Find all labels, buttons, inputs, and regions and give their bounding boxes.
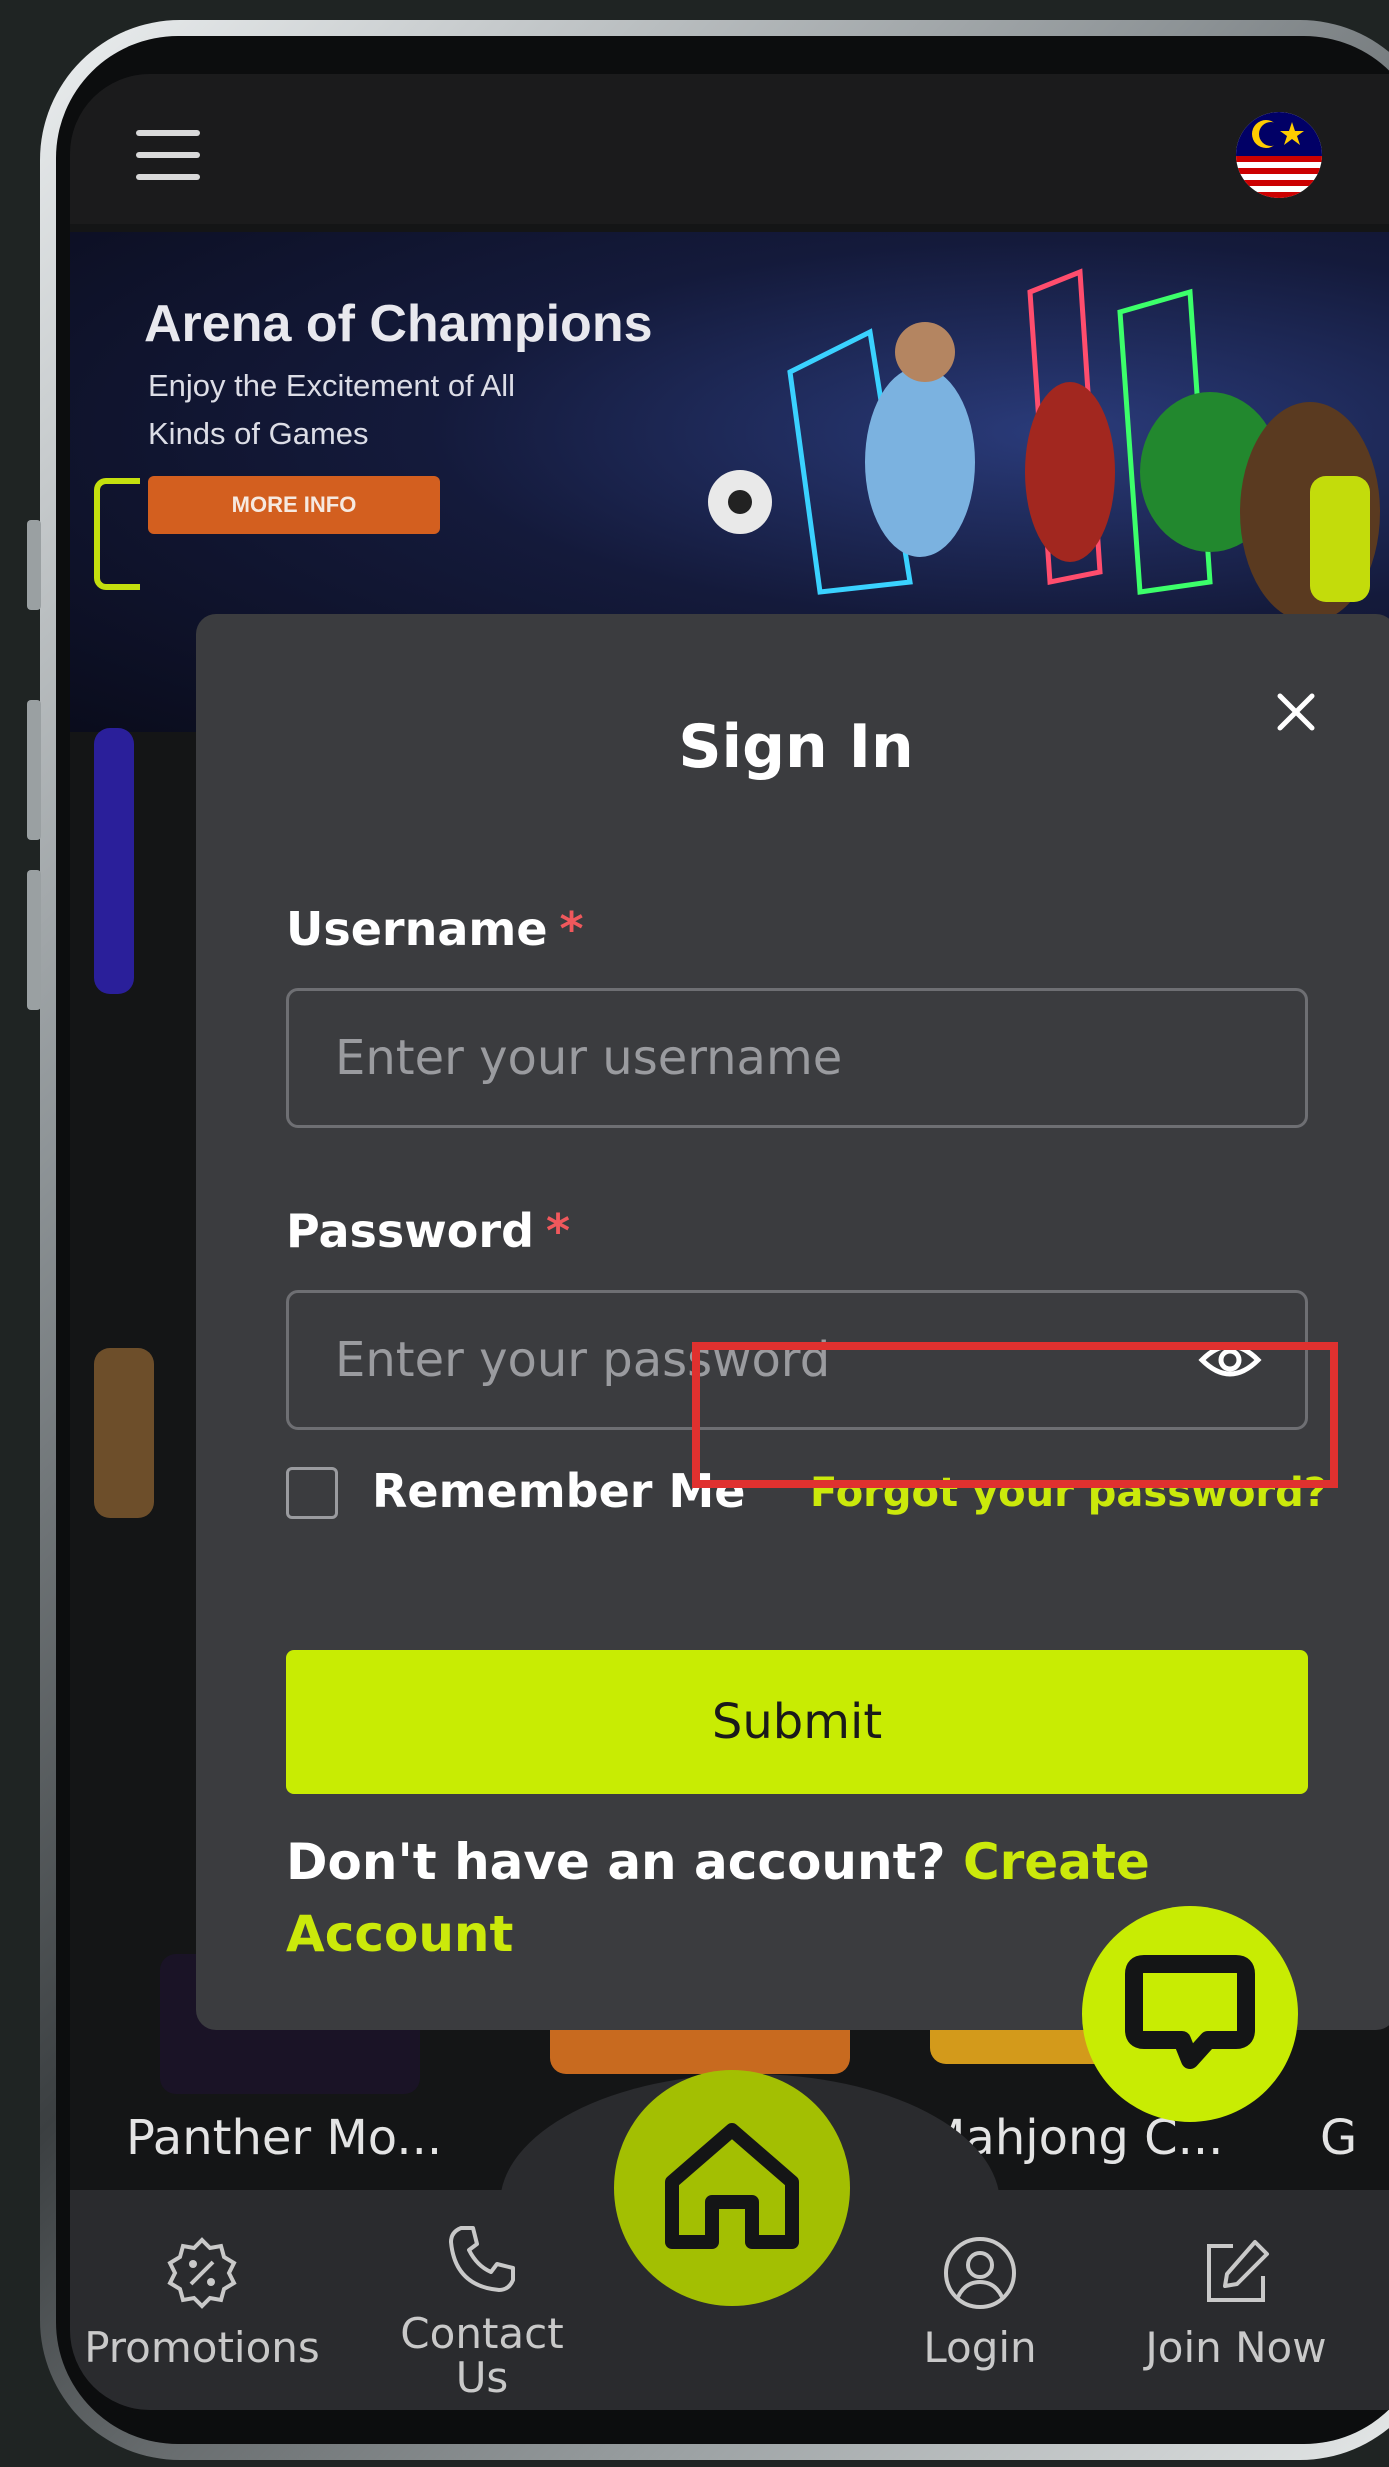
game-category-tile[interactable] <box>94 728 134 994</box>
no-account-text: Don't have an account? <box>286 1833 946 1891</box>
nav-contact-us[interactable]: Contact Us <box>362 2220 602 2400</box>
app-screen: Arena of Champions Enjoy the Excitement … <box>70 74 1389 2410</box>
home-icon <box>665 2123 799 2249</box>
remember-me-checkbox[interactable] <box>286 1467 338 1519</box>
nav-join-now[interactable]: Join Now <box>1116 2234 1356 2370</box>
banner-subtitle: Enjoy the Excitement of All Kinds of Gam… <box>148 368 516 451</box>
required-marker: * <box>546 1204 571 1258</box>
home-button[interactable] <box>614 2070 850 2306</box>
user-circle-icon <box>944 2237 1016 2309</box>
phone-side-button <box>27 520 41 610</box>
phone-icon <box>449 2226 515 2292</box>
submit-button[interactable]: Submit <box>286 1650 1308 1794</box>
live-chat-button[interactable] <box>1082 1906 1298 2122</box>
category-tab[interactable] <box>94 478 140 590</box>
nav-label: Promotions <box>84 2323 320 2372</box>
remember-me-label[interactable]: Remember Me <box>372 1464 745 1518</box>
nav-label: Login <box>923 2323 1037 2372</box>
required-marker: * <box>559 902 584 956</box>
modal-title: Sign In <box>678 712 914 782</box>
nav-login[interactable]: Login <box>860 2234 1100 2370</box>
highlight-box <box>692 1342 1338 1488</box>
nav-label: Contact Us <box>400 2309 564 2402</box>
more-info-button[interactable]: MORE INFO <box>148 476 440 534</box>
username-input[interactable] <box>286 988 1308 1128</box>
password-label-text: Password <box>286 1204 534 1258</box>
username-label-text: Username <box>286 902 548 956</box>
edit-icon <box>1207 2240 1269 2302</box>
malaysia-flag-icon[interactable] <box>1236 112 1322 198</box>
game-name[interactable]: Panther Mo... <box>126 2110 442 2166</box>
sign-in-modal: Sign In Username* Password* Remember Me … <box>196 614 1389 2030</box>
top-bar <box>70 74 1389 224</box>
nav-promotions[interactable]: Promotions <box>82 2234 322 2370</box>
chat-bubble-icon <box>1125 1955 1255 2069</box>
hamburger-menu-icon[interactable] <box>136 130 200 182</box>
promotion-badge-icon <box>167 2237 237 2309</box>
phone-side-button <box>27 700 41 840</box>
category-tab[interactable] <box>1310 476 1370 602</box>
banner-title: Arena of Champions <box>144 295 653 353</box>
password-label: Password * <box>286 1204 570 1258</box>
game-name[interactable]: G <box>1320 2110 1357 2166</box>
username-label: Username * <box>286 902 584 956</box>
nav-label: Join Now <box>1145 2323 1327 2372</box>
phone-side-button <box>27 870 41 1010</box>
game-thumbnail[interactable] <box>94 1348 154 1518</box>
